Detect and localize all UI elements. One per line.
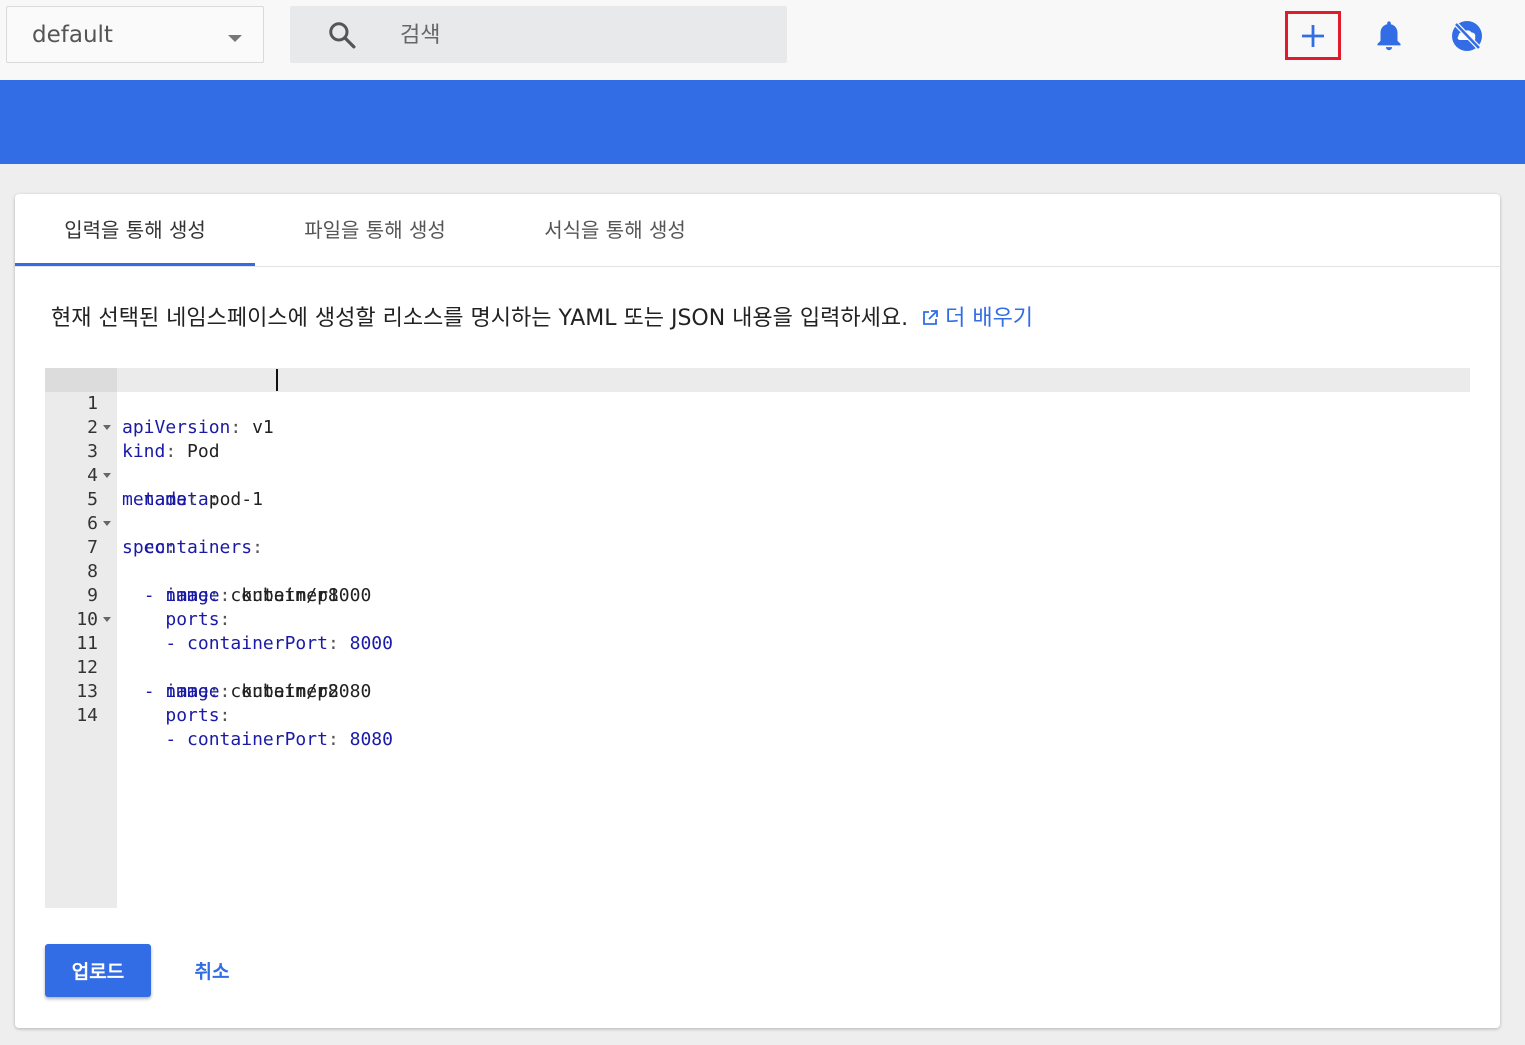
code-line[interactable]: 2 kind: Pod: [45, 392, 1470, 462]
tab-bar: 입력을 통해 생성 파일을 통해 생성 서식을 통해 생성: [15, 194, 1500, 267]
code-line[interactable]: 6 containers:: [45, 488, 1470, 558]
code-line[interactable]: 14 - containerPort: 8080: [45, 680, 1470, 750]
search-bar: [290, 6, 787, 63]
yaml-key: containerPort: [187, 729, 328, 750]
tab-create-from-template[interactable]: 서식을 통해 생성: [495, 194, 735, 266]
create-resource-card: 입력을 통해 생성 파일을 통해 생성 서식을 통해 생성 현재 선택된 네임스…: [15, 194, 1500, 1028]
description: 현재 선택된 네임스페이스에 생성할 리소스를 명시하는 YAML 또는 JSO…: [51, 300, 1033, 332]
plus-icon: [1302, 24, 1324, 47]
bell-icon: [1377, 21, 1401, 51]
code-line[interactable]: 1 apiVersion: v1: [45, 368, 1470, 438]
chevron-down-icon: [228, 35, 242, 42]
code-line[interactable]: 11 - name: container2: [45, 608, 1470, 702]
yaml-key: ports: [165, 705, 220, 726]
line-number: 14: [76, 705, 98, 726]
fold-arrow-icon[interactable]: [103, 617, 111, 622]
cloud-off-icon: [1452, 21, 1482, 51]
learn-more-label: 더 배우기: [945, 306, 1034, 331]
code-line[interactable]: 10 - containerPort: 8000: [45, 584, 1470, 654]
active-tab-indicator: [15, 263, 255, 266]
create-resource-button[interactable]: [1285, 11, 1341, 60]
upload-button[interactable]: 업로드: [45, 944, 151, 997]
top-toolbar: default: [0, 0, 1525, 80]
cancel-button[interactable]: 취소: [180, 944, 244, 997]
namespace-select[interactable]: default: [6, 6, 264, 63]
code-line[interactable]: 13 ports:: [45, 656, 1470, 726]
yaml-value: 8080: [349, 729, 393, 750]
text-cursor: [276, 369, 278, 391]
code-line[interactable]: 12 image: kubetm/p8080: [45, 632, 1470, 702]
fold-arrow-icon[interactable]: [103, 521, 111, 526]
tab-create-from-input[interactable]: 입력을 통해 생성: [15, 194, 255, 266]
code-line[interactable]: 7 - name: container1: [45, 512, 1470, 606]
code-line[interactable]: 9 ports:: [45, 560, 1470, 630]
page-header-band: [0, 80, 1525, 164]
code-line[interactable]: 3 metadata:: [45, 416, 1470, 510]
fold-arrow-icon[interactable]: [103, 425, 111, 430]
search-icon[interactable]: [327, 20, 357, 50]
yaml-editor[interactable]: 1 apiVersion: v1 2 kind: Pod 3 metadata:…: [45, 368, 1470, 908]
cloud-status-button[interactable]: [1441, 12, 1493, 60]
code-line[interactable]: 4 name: pod-1: [45, 440, 1470, 510]
learn-more-link[interactable]: 더 배우기: [921, 306, 1033, 331]
tab-create-from-file[interactable]: 파일을 통해 생성: [255, 194, 495, 266]
description-text: 현재 선택된 네임스페이스에 생성할 리소스를 명시하는 YAML 또는 JSO…: [51, 306, 909, 331]
code-line[interactable]: 5 spec:: [45, 464, 1470, 558]
fold-arrow-icon[interactable]: [103, 473, 111, 478]
code-line[interactable]: 8 image: kubetm/p8000: [45, 536, 1470, 606]
notifications-button[interactable]: [1363, 12, 1415, 60]
namespace-value: default: [32, 22, 113, 48]
external-link-icon: [923, 310, 938, 325]
search-input[interactable]: [398, 16, 762, 54]
